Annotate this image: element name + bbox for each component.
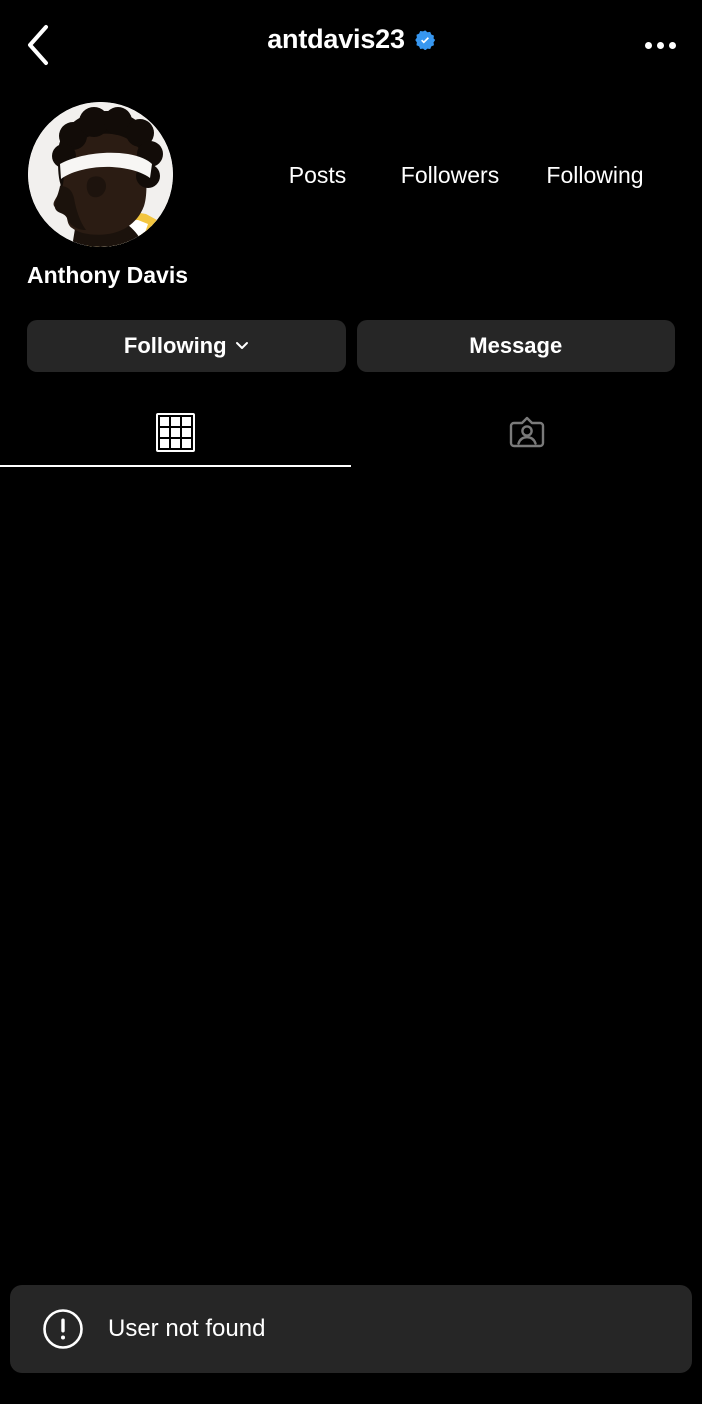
profile-full-name: Anthony Davis	[27, 262, 189, 288]
stat-followers[interactable]: Followers	[380, 160, 520, 190]
message-button-label: Message	[469, 333, 563, 358]
chevron-down-icon	[235, 342, 248, 349]
profile-avatar[interactable]	[28, 102, 173, 247]
verified-badge-icon	[414, 29, 435, 50]
tab-grid[interactable]	[0, 398, 351, 466]
stat-followers-label: Followers	[400, 162, 500, 188]
profile-stats: Posts Followers Following	[255, 100, 685, 190]
more-options-icon	[668, 41, 676, 49]
error-exclamation-icon	[43, 1309, 83, 1349]
following-button-label: Following	[123, 333, 227, 358]
tab-tagged[interactable]	[351, 398, 702, 466]
stat-following-label: Following	[546, 162, 644, 188]
stat-following[interactable]: Following	[520, 160, 670, 190]
stat-posts-label: Posts	[288, 162, 347, 188]
error-toast: User not found	[10, 1285, 692, 1373]
profile-tab-bar	[0, 398, 702, 466]
chevron-left-icon	[28, 25, 48, 65]
stat-posts[interactable]: Posts	[255, 160, 380, 190]
profile-username: antdavis23	[267, 24, 405, 54]
more-options-button[interactable]	[628, 13, 692, 77]
following-button[interactable]: Following	[27, 320, 346, 372]
posts-grid-empty-area	[0, 467, 702, 1277]
more-options-icon	[644, 41, 652, 49]
profile-avatar-photo	[28, 102, 173, 247]
more-options-icon	[656, 41, 664, 49]
tagged-person-icon	[509, 416, 544, 448]
back-button[interactable]	[6, 13, 70, 77]
message-button[interactable]: Message	[356, 320, 675, 372]
top-navigation-bar: antdavis23	[0, 0, 702, 90]
profile-title: antdavis23	[267, 26, 435, 53]
grid-icon	[156, 412, 195, 452]
error-toast-message: User not found	[108, 1315, 266, 1342]
profile-action-buttons: Following Message	[27, 320, 675, 372]
